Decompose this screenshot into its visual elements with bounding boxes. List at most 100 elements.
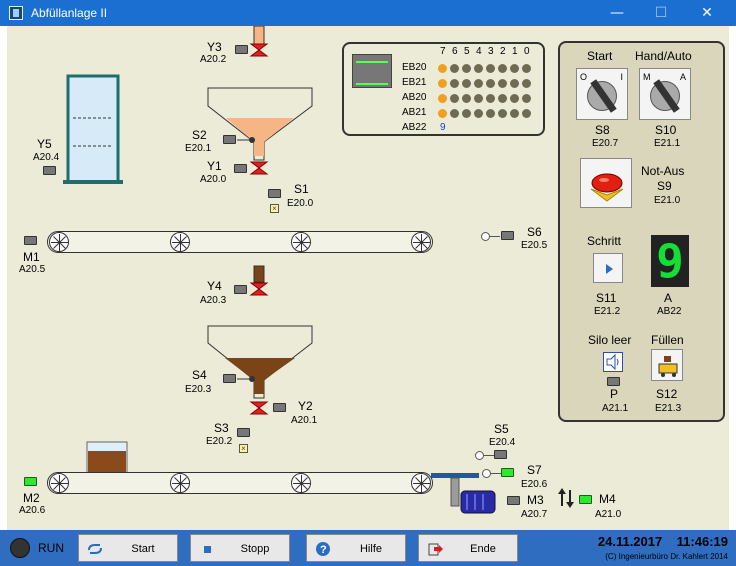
io-row-label: AB20 <box>402 92 427 103</box>
s1-addr: E20.0 <box>287 198 314 209</box>
io-led <box>450 79 459 88</box>
ende-button[interactable]: Ende <box>418 534 518 562</box>
emergency-stop-icon <box>590 173 624 202</box>
app-icon <box>9 6 23 20</box>
io-led <box>510 109 519 118</box>
s5-indicator <box>494 450 507 459</box>
s9-addr: E21.0 <box>654 195 681 206</box>
control-panel: Start Hand/Auto O I M A S8 E20.7 S10 E21… <box>558 41 725 422</box>
io-led <box>522 94 531 103</box>
y3-indicator <box>235 45 248 54</box>
y1-addr: A20.0 <box>200 174 227 185</box>
s6-label: S6 <box>527 225 542 239</box>
start-button-label: Start <box>131 543 155 555</box>
pulley-icon <box>49 232 69 252</box>
io-led <box>510 64 519 73</box>
hand-auto-pos0: M <box>643 72 651 82</box>
step-button[interactable] <box>593 253 623 283</box>
hilfe-button[interactable]: ? Hilfe <box>306 534 406 562</box>
io-row-label: EB21 <box>402 77 427 88</box>
io-led <box>498 79 507 88</box>
m3-indicator <box>507 496 520 505</box>
io-led <box>438 109 447 118</box>
process-canvas: Y3 A20.2 S2 E20.1 Y1 A20.0 S1 E20.0 × Y5… <box>7 26 729 530</box>
bit-header: 2 <box>500 46 506 57</box>
conveyor-belt-1 <box>47 231 433 253</box>
s3-label: S3 <box>214 421 229 435</box>
pulley-icon <box>291 232 311 252</box>
y4-label: Y4 <box>207 279 222 293</box>
fill-button[interactable] <box>651 349 683 381</box>
conveyor-belt-2 <box>47 472 433 494</box>
bit-header: 1 <box>512 46 518 57</box>
stopp-button-label: Stopp <box>240 543 270 555</box>
title-bar: Abfüllanlage II — ☐ ✕ <box>0 0 736 26</box>
rotary-knob-icon <box>587 81 617 111</box>
io-led <box>462 79 471 88</box>
ab22-value: 9 <box>440 122 446 133</box>
s11-addr: E21.2 <box>594 306 621 317</box>
y2-indicator <box>273 403 286 412</box>
plc-icon <box>352 54 392 88</box>
io-led <box>498 64 507 73</box>
start-button[interactable]: Start <box>78 534 178 562</box>
help-icon: ? <box>316 542 330 556</box>
pulley-icon <box>411 232 431 252</box>
s3-sensor-icon: × <box>239 444 248 453</box>
start-title: Start <box>587 49 613 63</box>
emergency-stop-button[interactable] <box>580 158 632 208</box>
y3-addr: A20.2 <box>200 54 227 65</box>
io-row-label: AB21 <box>402 107 427 118</box>
y5-label: Y5 <box>37 137 52 151</box>
pulley-icon <box>170 232 190 252</box>
silo-leer-title: Silo leer <box>588 333 632 347</box>
pulley-icon <box>170 473 190 493</box>
s12-label: S12 <box>656 387 678 401</box>
bit-header: 5 <box>464 46 470 57</box>
stopp-button[interactable]: Stopp <box>190 534 290 562</box>
maximize-button[interactable]: ☐ <box>639 2 683 24</box>
close-button[interactable]: ✕ <box>685 2 729 24</box>
ende-button-label: Ende <box>470 543 496 555</box>
s4-addr: E20.3 <box>185 384 212 395</box>
s2-label: S2 <box>192 128 207 142</box>
start-rotary-switch[interactable]: O I <box>576 68 628 120</box>
speaker-glyph <box>606 353 619 371</box>
not-aus-title: Not-Aus <box>641 164 685 178</box>
io-led <box>438 64 447 73</box>
display-label: A <box>664 291 673 305</box>
pulley-icon <box>411 473 431 493</box>
ab22-label: AB22 <box>402 122 427 133</box>
s6-sensor-icon <box>481 232 490 241</box>
s7-indicator <box>501 468 514 477</box>
m2-indicator <box>24 477 37 486</box>
hand-auto-rotary-switch[interactable]: M A <box>639 68 691 120</box>
s5-label: S5 <box>494 422 509 436</box>
s3-addr: E20.2 <box>206 436 233 447</box>
s6-addr: E20.5 <box>521 240 548 251</box>
hand-auto-pos1: A <box>679 72 686 82</box>
p-indicator <box>607 377 620 386</box>
s7-label: S7 <box>527 463 542 477</box>
y5-addr: A20.4 <box>33 152 60 163</box>
m1-indicator <box>24 236 37 245</box>
io-led <box>474 94 483 103</box>
s1-sensor-icon: × <box>270 204 279 213</box>
io-led <box>486 64 495 73</box>
bit-header: 3 <box>488 46 494 57</box>
minimize-button[interactable]: — <box>595 2 639 24</box>
speaker-icon <box>603 352 623 372</box>
io-led <box>438 94 447 103</box>
s7-wire <box>491 473 501 474</box>
s12-addr: E21.3 <box>655 403 682 414</box>
s4-label: S4 <box>192 368 207 382</box>
bit-header: 4 <box>476 46 482 57</box>
m4-label: M4 <box>599 492 616 506</box>
hilfe-button-label: Hilfe <box>359 543 382 555</box>
display-addr: AB22 <box>657 306 682 317</box>
io-led <box>450 109 459 118</box>
m2-addr: A20.6 <box>19 505 46 516</box>
io-led <box>522 64 531 73</box>
y4-addr: A20.3 <box>200 295 227 306</box>
motor-icon <box>461 491 495 513</box>
